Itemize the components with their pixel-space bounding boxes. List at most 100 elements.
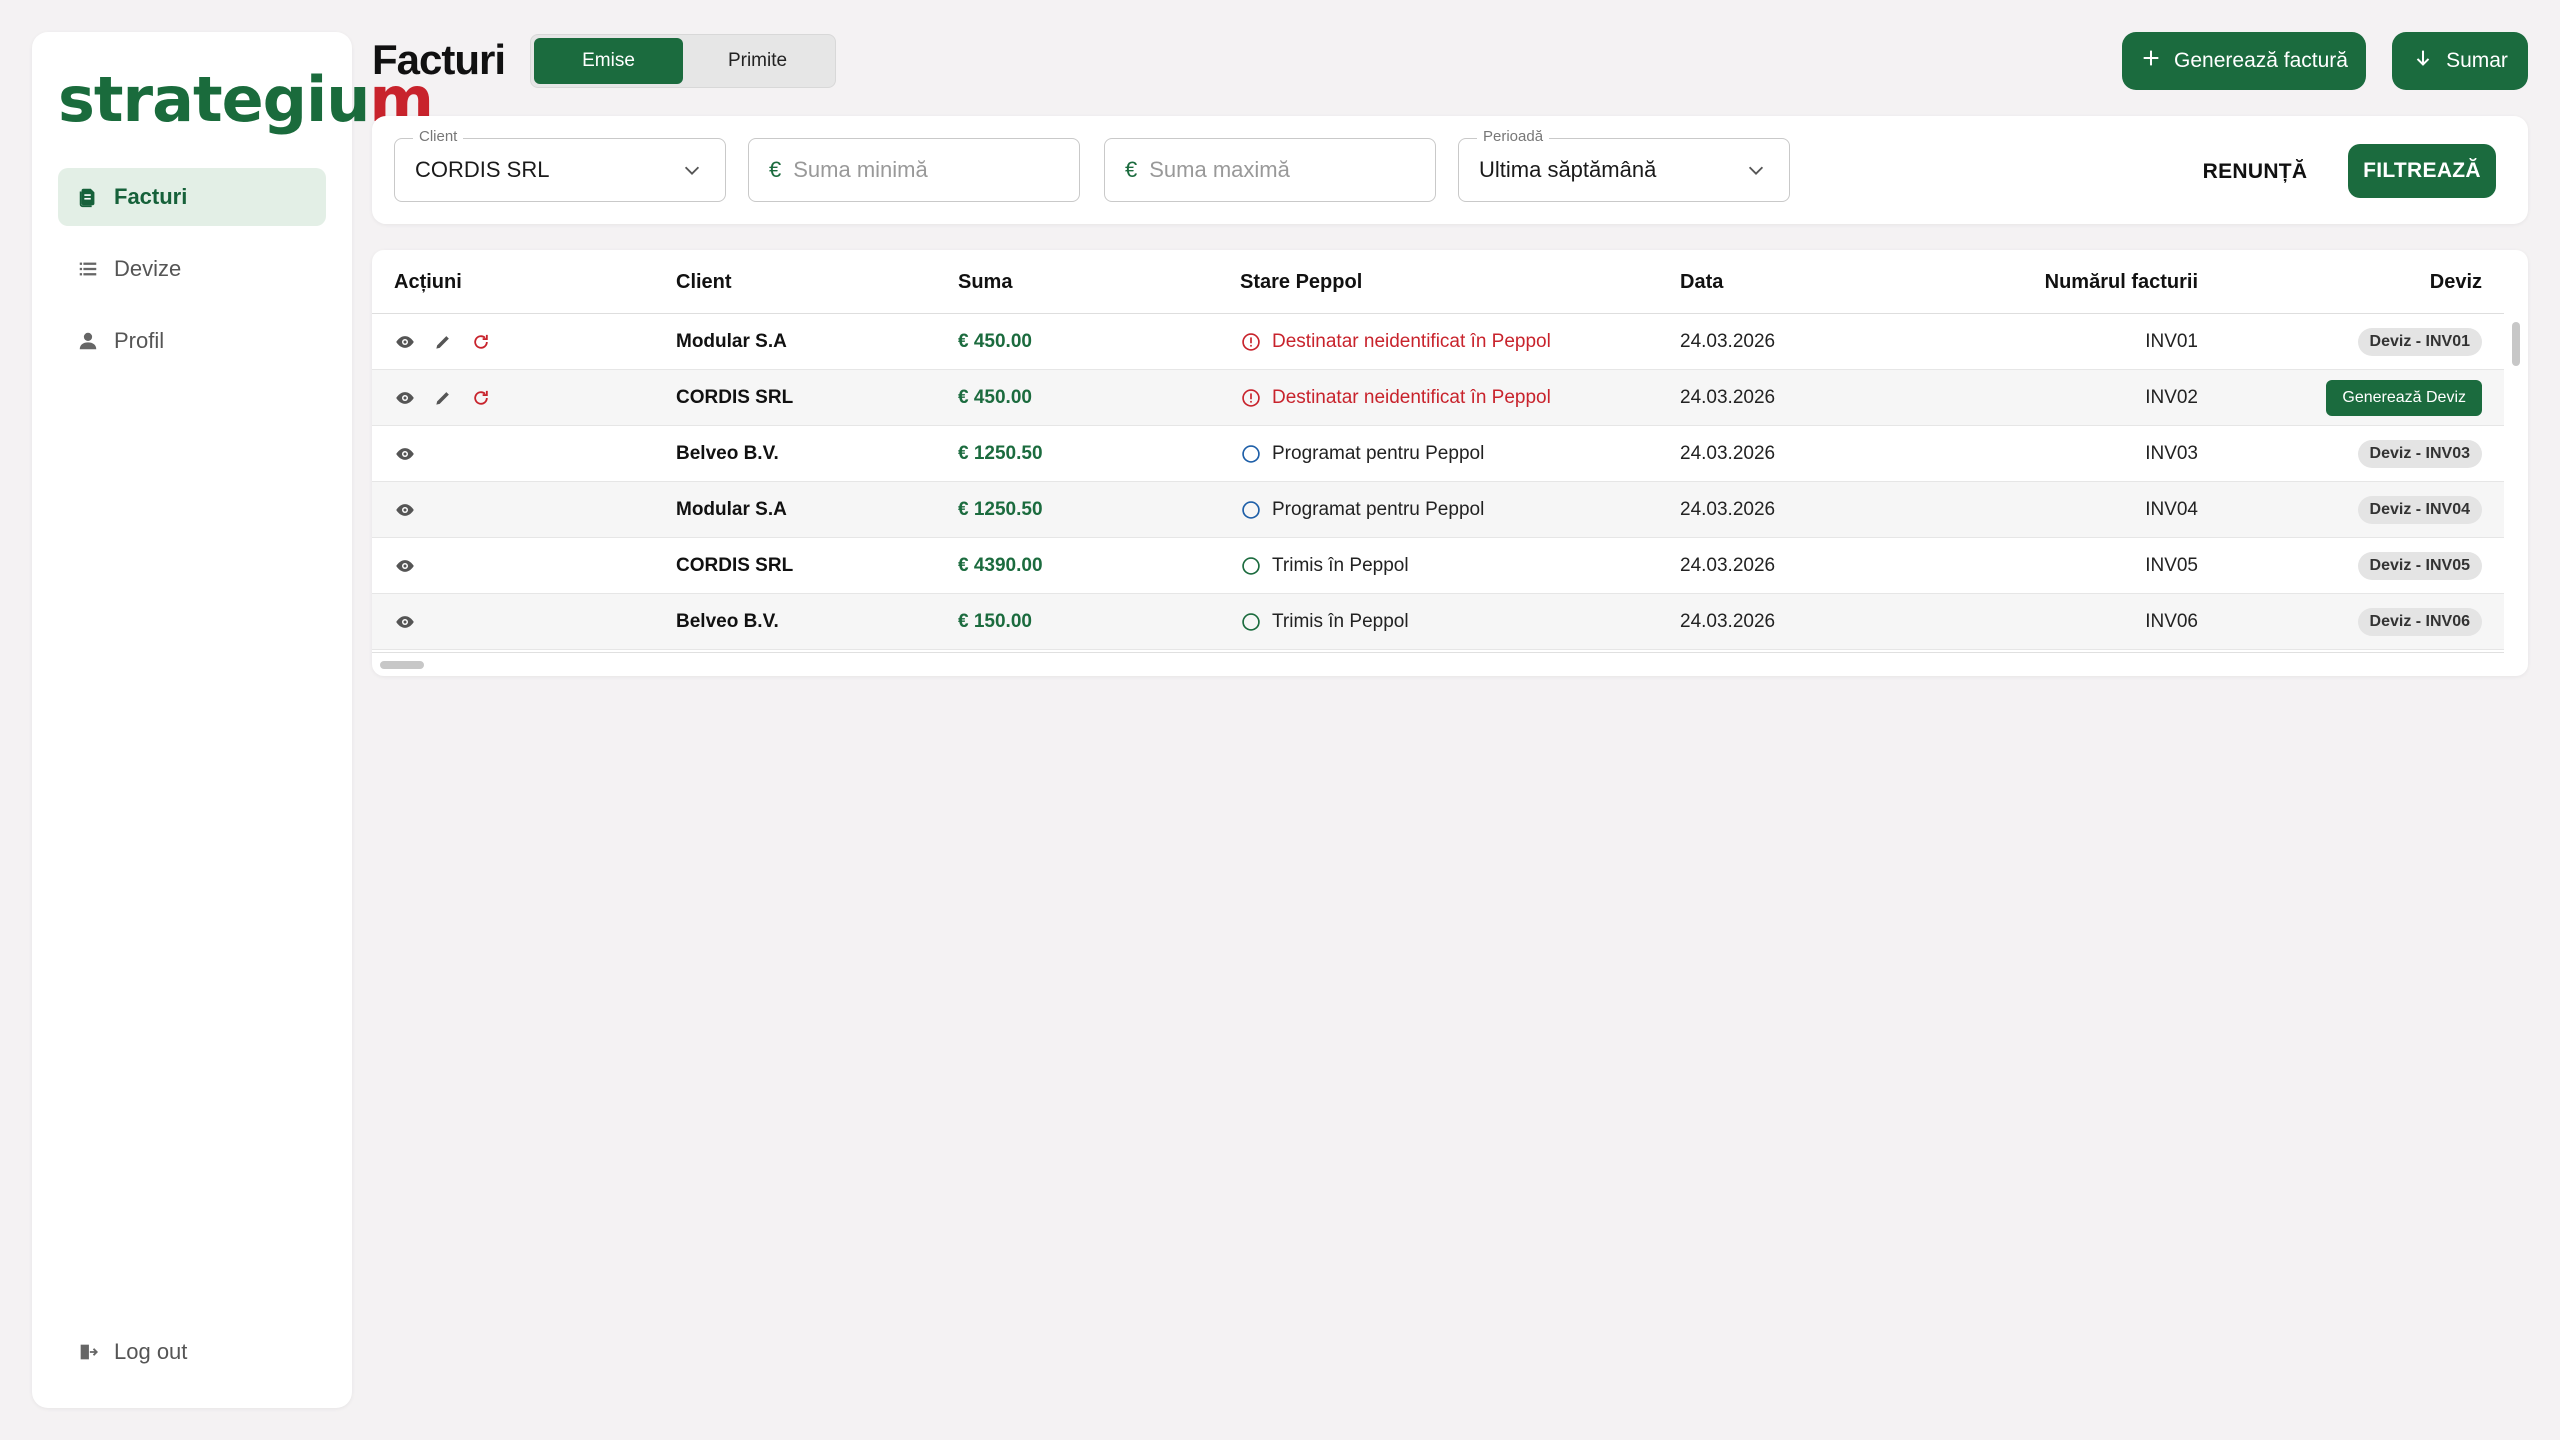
- column-header-deviz: Deviz: [2429, 271, 2482, 293]
- deviz-chip[interactable]: Deviz - INV05: [2357, 552, 2482, 580]
- invoice-number-cell: INV01: [2145, 331, 2198, 352]
- column-header-suma[interactable]: Suma: [958, 250, 1012, 314]
- sidebar-item-profil[interactable]: Profil: [58, 312, 326, 370]
- period-select[interactable]: Perioadă Ultima săptămână: [1458, 128, 1790, 202]
- table-row[interactable]: Belveo B.V. € 1250.50 Programat pentru Pep…: [372, 426, 2504, 482]
- invoice-icon: [76, 185, 100, 209]
- invoice-type-toggle: Emise Primite: [530, 34, 836, 88]
- invoice-number-cell: INV05: [2145, 555, 2198, 576]
- generate-invoice-button[interactable]: Generează factură: [2122, 32, 2366, 90]
- column-header-numar[interactable]: Numărul facturii: [2045, 250, 2198, 314]
- client-value: CORDIS SRL: [415, 157, 550, 182]
- peppol-status-cell: Destinatar neidentificat în Peppol: [1240, 314, 1551, 370]
- sidebar-item-devize[interactable]: Devize: [58, 240, 326, 298]
- amount-cell: € 1250.50: [958, 443, 1043, 464]
- invoice-number-cell: INV04: [2145, 499, 2198, 520]
- deviz-cell: Deviz - INV01: [2357, 314, 2482, 370]
- amount-cell: € 1250.50: [958, 499, 1043, 520]
- filter-button[interactable]: FILTREAZĂ: [2348, 144, 2496, 198]
- deviz-chip[interactable]: Deviz - INV04: [2357, 496, 2482, 524]
- sidebar-item-label: Facturi: [114, 184, 188, 209]
- tab-primite[interactable]: Primite: [683, 38, 832, 84]
- peppol-status-text: Programat pentru Peppol: [1272, 499, 1485, 520]
- row-actions: [394, 370, 492, 426]
- column-header-stare[interactable]: Stare Peppol: [1240, 250, 1362, 314]
- sidebar-item-facturi[interactable]: Facturi: [58, 168, 326, 226]
- deviz-cell: Deviz - INV03: [2357, 426, 2482, 482]
- peppol-status-cell: Programat pentru Peppol: [1240, 426, 1484, 482]
- retry-icon[interactable]: [470, 331, 492, 353]
- generate-deviz-button[interactable]: Generează Deviz: [2326, 380, 2482, 416]
- sidebar-item-label: Profil: [114, 328, 165, 353]
- peppol-status-cell: Programat pentru Peppol: [1240, 482, 1484, 538]
- invoice-number-cell: INV03: [2145, 443, 2198, 464]
- period-value: Ultima săptămână: [1479, 157, 1657, 182]
- max-amount-field[interactable]: € Suma maximă: [1104, 138, 1436, 202]
- row-actions: [394, 538, 416, 594]
- edit-icon[interactable]: [432, 331, 454, 353]
- arrow-down-icon: [2412, 47, 2434, 75]
- brand-logo[interactable]: strategium: [58, 50, 434, 150]
- peppol-status-text: Trimis în Peppol: [1272, 555, 1409, 576]
- euro-icon: €: [1125, 157, 1138, 182]
- deviz-chip[interactable]: Deviz - INV03: [2357, 440, 2482, 468]
- client-cell: CORDIS SRL: [676, 555, 794, 576]
- edit-icon[interactable]: [432, 387, 454, 409]
- chevron-down-icon: [681, 159, 703, 181]
- view-icon[interactable]: [394, 331, 416, 353]
- table-row[interactable]: Modular S.A € 1250.50 Programat pentru Pep…: [372, 482, 2504, 538]
- view-icon[interactable]: [394, 611, 416, 633]
- table-row[interactable]: Modular S.A € 450.00 Destinatar neidentifi…: [372, 314, 2504, 370]
- peppol-status-cell: Trimis în Peppol: [1240, 594, 1409, 650]
- view-icon[interactable]: [394, 387, 416, 409]
- deviz-chip[interactable]: Deviz - INV01: [2357, 328, 2482, 356]
- circle-icon: [1240, 443, 1262, 465]
- invoices-table: Acțiuni Client Suma Stare Peppol Data Nu…: [372, 250, 2528, 676]
- sidebar: strategium Facturi Devize Profil Log out: [32, 32, 434, 1408]
- min-amount-field[interactable]: € Suma minimă: [748, 138, 1080, 202]
- chevron-down-icon: [1745, 159, 1767, 181]
- table-header: Acțiuni Client Suma Stare Peppol Data Nu…: [372, 250, 2504, 314]
- retry-icon[interactable]: [470, 387, 492, 409]
- view-icon[interactable]: [394, 555, 416, 577]
- view-icon[interactable]: [394, 499, 416, 521]
- deviz-cell: Deviz - INV04: [2357, 482, 2482, 538]
- horizontal-scrollbar[interactable]: [372, 652, 2504, 676]
- deviz-chip[interactable]: Deviz - INV06: [2357, 608, 2482, 636]
- row-actions: [394, 314, 492, 370]
- page-title: Facturi: [372, 36, 506, 83]
- cancel-button[interactable]: RENUNȚĂ: [2190, 146, 2320, 198]
- peppol-status-text: Destinatar neidentificat în Peppol: [1272, 387, 1551, 408]
- deviz-cell: Deviz - INV06: [2357, 594, 2482, 650]
- view-icon[interactable]: [394, 443, 416, 465]
- euro-icon: €: [769, 157, 782, 182]
- table-row[interactable]: CORDIS SRL € 4390.00 Trimis în Peppol 24.03…: [372, 538, 2504, 594]
- table-row[interactable]: Belveo B.V. € 150.00 Trimis în Peppol 24.03…: [372, 594, 2504, 650]
- column-header-actions: Acțiuni: [394, 271, 462, 293]
- tab-emise[interactable]: Emise: [534, 38, 683, 84]
- vertical-scrollbar[interactable]: [2506, 314, 2526, 652]
- peppol-status-text: Trimis în Peppol: [1272, 611, 1409, 632]
- table-row[interactable]: CORDIS SRL € 450.00 Destinatar neidentific…: [372, 370, 2504, 426]
- circle-icon: [1240, 555, 1262, 577]
- generate-invoice-label: Generează factură: [2174, 49, 2348, 72]
- peppol-status-text: Programat pentru Peppol: [1272, 443, 1485, 464]
- column-header-data[interactable]: Data: [1680, 250, 1723, 314]
- deviz-cell: Generează Deviz: [2326, 370, 2482, 426]
- sumar-button[interactable]: Sumar: [2392, 32, 2528, 90]
- amount-cell: € 4390.00: [958, 555, 1043, 576]
- logout-button[interactable]: Log out: [58, 1326, 326, 1378]
- logout-label: Log out: [114, 1339, 188, 1364]
- amount-cell: € 450.00: [958, 387, 1032, 408]
- column-header-client[interactable]: Client: [676, 250, 732, 314]
- circle-icon: [1240, 499, 1262, 521]
- plus-icon: [2140, 47, 2162, 75]
- filter-panel: Client CORDIS SRL € Suma minimă € Suma m…: [372, 116, 2528, 224]
- circle-icon: [1240, 611, 1262, 633]
- person-icon: [76, 329, 100, 353]
- client-cell: Modular S.A: [676, 331, 787, 352]
- row-actions: [394, 594, 416, 650]
- date-cell: 24.03.2026: [1680, 611, 1776, 632]
- client-select[interactable]: Client CORDIS SRL: [394, 128, 726, 202]
- peppol-status-cell: Trimis în Peppol: [1240, 538, 1409, 594]
